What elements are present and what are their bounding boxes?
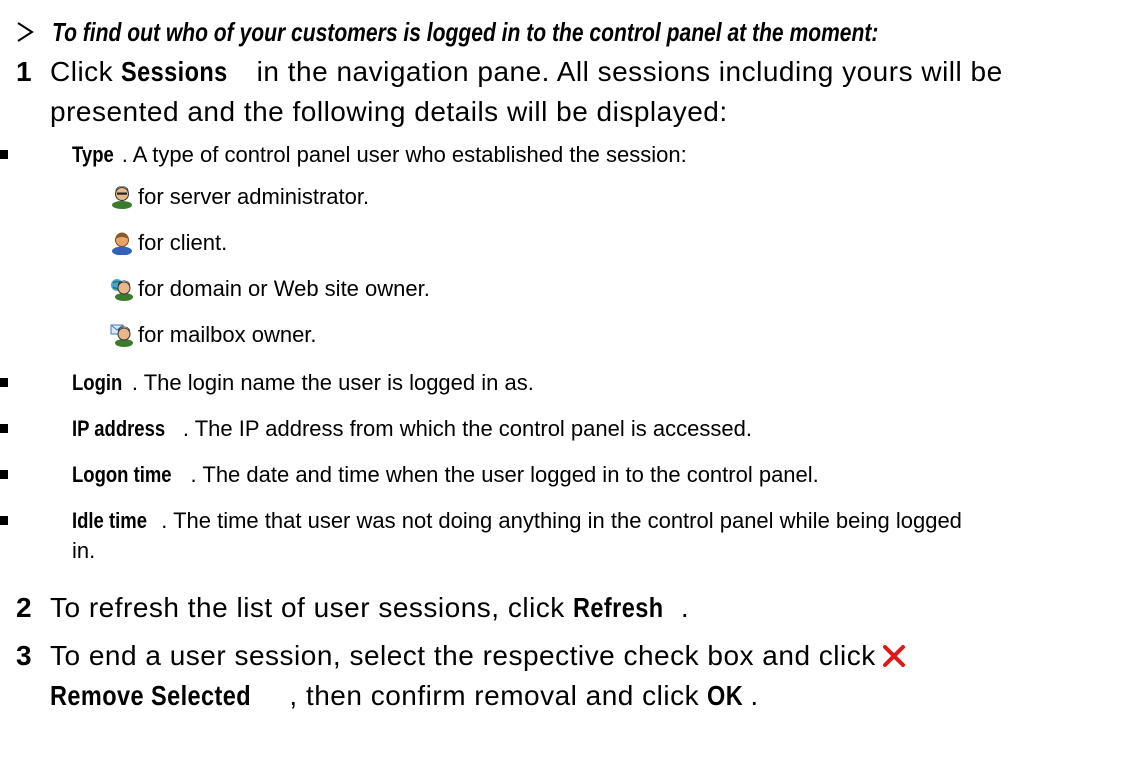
remove-selected-ui-label: Remove Selected [50,680,252,711]
user-type-domain-owner: for domain or Web site owner. [110,274,430,304]
detail-idle-time: Idle time. The time that user was not do… [0,506,972,566]
detail-term: Login [72,370,123,395]
bullet-square [0,470,8,479]
detail-type: Type. A type of control panel user who e… [0,140,1072,170]
procedure-title: To find out who of your customers is log… [52,16,879,47]
bullet-square [0,378,8,387]
refresh-ui-label: Refresh [573,592,664,623]
user-type-admin: for server administrator. [110,182,369,212]
step-text: Click Sessions in the navigation pane. A… [50,52,1123,132]
red-x-icon [882,645,905,667]
step-number: 1 [16,56,32,87]
procedure-heading: To find out who of your customers is log… [16,14,1072,50]
detail-term: IP address [72,416,166,441]
user-type-label: for domain or Web site owner. [138,276,430,301]
detail-logon-time: Logon time. The date and time when the u… [0,460,1072,490]
bullet-square [0,424,8,433]
arrow-bullet-icon [17,22,34,42]
bullet-square [0,516,8,525]
detail-term: Idle time [72,508,147,533]
client-icon [112,232,132,255]
server-administrator-icon [112,186,132,209]
user-type-label: for mailbox owner. [138,322,317,347]
detail-login: Login. The login name the user is logged… [0,368,1072,398]
mailbox-owner-icon [110,324,133,347]
sessions-ui-label: Sessions [121,56,229,87]
detail-term: Type [72,142,114,167]
user-type-label: for client. [138,230,228,255]
user-type-mailbox-owner: for mailbox owner. [110,320,317,350]
step-text: To end a user session, select the respec… [50,636,1110,716]
step-text: To refresh the list of user sessions, cl… [50,588,1123,628]
domain-owner-icon [111,279,133,301]
detail-term: Logon time [72,462,172,487]
detail-ip-address: IP address. The IP address from which th… [0,414,1072,444]
user-type-client: for client. [110,228,227,258]
bullet-square [0,150,8,159]
step-number: 3 [16,640,32,671]
ok-ui-label: OK [707,680,744,711]
step-number: 2 [16,592,32,623]
user-type-label: for server administrator. [138,184,370,209]
